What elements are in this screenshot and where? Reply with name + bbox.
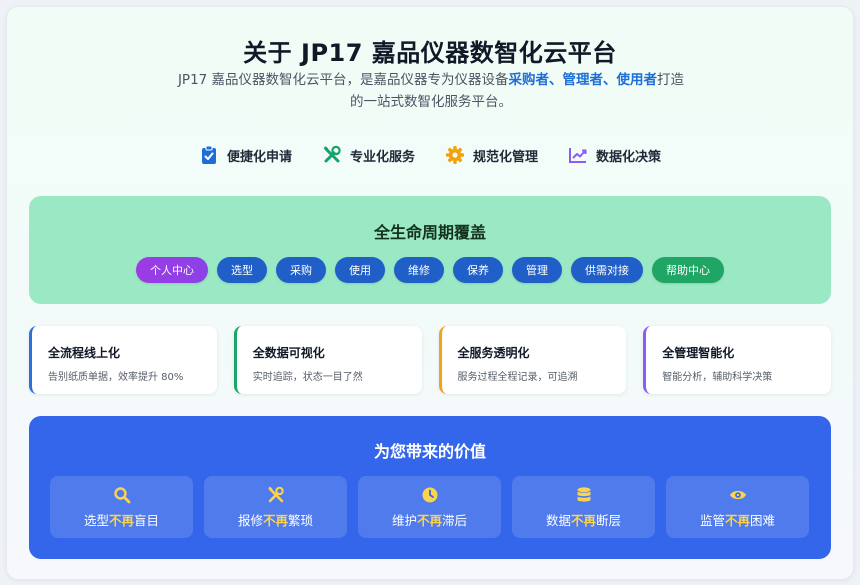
card-service-transparent: 全服务透明化 服务过程全程记录，可追溯 bbox=[438, 326, 627, 394]
database-icon bbox=[575, 486, 593, 504]
clipboard-check-icon bbox=[199, 145, 219, 165]
value-list: 选型不再盲目 报修不再繁琐 维护不再滞后 数据不再断层 监管不再困难 bbox=[50, 476, 809, 538]
intro-highlight: 采购者、管理者、使用者 bbox=[508, 72, 658, 88]
stage-usage[interactable]: 使用 bbox=[335, 257, 385, 283]
value-item-selection: 选型不再盲目 bbox=[50, 476, 193, 538]
card-title: 全服务透明化 bbox=[457, 346, 530, 360]
feature-apply: 便捷化申请 bbox=[199, 145, 292, 165]
lifecycle-stage-list: 个人中心 选型 采购 使用 维修 保养 管理 供需对接 帮助中心 bbox=[29, 257, 831, 283]
feature-label: 数据化决策 bbox=[596, 149, 662, 165]
stage-personal-center[interactable]: 个人中心 bbox=[136, 257, 208, 283]
lifecycle-title: 全生命周期覆盖 bbox=[373, 223, 486, 242]
tools-icon bbox=[322, 145, 342, 165]
card-smart-management: 全管理智能化 智能分析，辅助科学决策 bbox=[643, 326, 831, 394]
tools-icon bbox=[267, 486, 285, 504]
card-desc: 告别纸质单据，效率提升 80% bbox=[48, 372, 184, 383]
trend-chart-icon bbox=[568, 145, 588, 165]
stage-repair[interactable]: 维修 bbox=[394, 257, 444, 283]
gear-icon bbox=[445, 145, 465, 165]
card-title: 全数据可视化 bbox=[252, 346, 325, 360]
value-item-maintenance: 维护不再滞后 bbox=[358, 476, 501, 538]
eye-icon bbox=[729, 486, 747, 504]
stage-supply-demand[interactable]: 供需对接 bbox=[571, 257, 643, 283]
feature-service: 专业化服务 bbox=[322, 145, 415, 165]
card-title: 全流程线上化 bbox=[48, 346, 121, 360]
card-online-process: 全流程线上化 告别纸质单据，效率提升 80% bbox=[29, 326, 217, 394]
stage-maintenance[interactable]: 保养 bbox=[453, 257, 503, 283]
stage-purchase[interactable]: 采购 bbox=[276, 257, 326, 283]
advantage-cards: 全流程线上化 告别纸质单据，效率提升 80% 全数据可视化 实时追踪，状态一目了… bbox=[29, 326, 831, 394]
stage-help-center[interactable]: 帮助中心 bbox=[652, 257, 724, 283]
card-desc: 服务过程全程记录，可追溯 bbox=[457, 372, 578, 383]
feature-manage: 规范化管理 bbox=[445, 145, 538, 165]
feature-list: 便捷化申请 专业化服务 规范化管理 数据化决策 bbox=[7, 145, 853, 165]
page-title: 关于 JP17 嘉品仪器数智化云平台 bbox=[243, 39, 617, 67]
lifecycle-panel: 全生命周期覆盖 个人中心 选型 采购 使用 维修 保养 管理 供需对接 帮助中心 bbox=[29, 196, 831, 304]
feature-label: 规范化管理 bbox=[473, 149, 539, 165]
value-text: 数据不再断层 bbox=[545, 512, 622, 528]
value-text: 报修不再繁琐 bbox=[237, 512, 314, 528]
feature-label: 专业化服务 bbox=[349, 149, 415, 165]
card-title: 全管理智能化 bbox=[662, 346, 735, 360]
value-item-data: 数据不再断层 bbox=[512, 476, 655, 538]
search-icon bbox=[113, 486, 131, 504]
stage-selection[interactable]: 选型 bbox=[217, 257, 267, 283]
stage-management[interactable]: 管理 bbox=[512, 257, 562, 283]
card-desc: 智能分析，辅助科学决策 bbox=[662, 372, 773, 383]
card-desc: 实时追踪，状态一目了然 bbox=[252, 372, 363, 383]
value-item-supervision: 监管不再困难 bbox=[666, 476, 809, 538]
about-page: 关于 JP17 嘉品仪器数智化云平台 JP17 嘉品仪器数智化云平台，是嘉品仪器… bbox=[6, 6, 854, 580]
card-data-visual: 全数据可视化 实时追踪，状态一目了然 bbox=[233, 326, 422, 394]
value-title: 为您带来的价值 bbox=[373, 442, 486, 461]
value-text: 选型不再盲目 bbox=[83, 512, 160, 528]
value-panel: 为您带来的价值 选型不再盲目 报修不再繁琐 维护不再滞后 数据不再断层 监管不再… bbox=[29, 416, 831, 559]
value-text: 监管不再困难 bbox=[699, 512, 776, 528]
clock-icon bbox=[421, 486, 439, 504]
feature-decision: 数据化决策 bbox=[568, 145, 661, 165]
value-text: 维护不再滞后 bbox=[391, 512, 468, 528]
intro-text: JP17 嘉品仪器数智化云平台，是嘉品仪器专为仪器设备采购者、管理者、使用者打造… bbox=[177, 72, 685, 110]
feature-label: 便捷化申请 bbox=[226, 149, 292, 165]
value-item-repair: 报修不再繁琐 bbox=[204, 476, 347, 538]
